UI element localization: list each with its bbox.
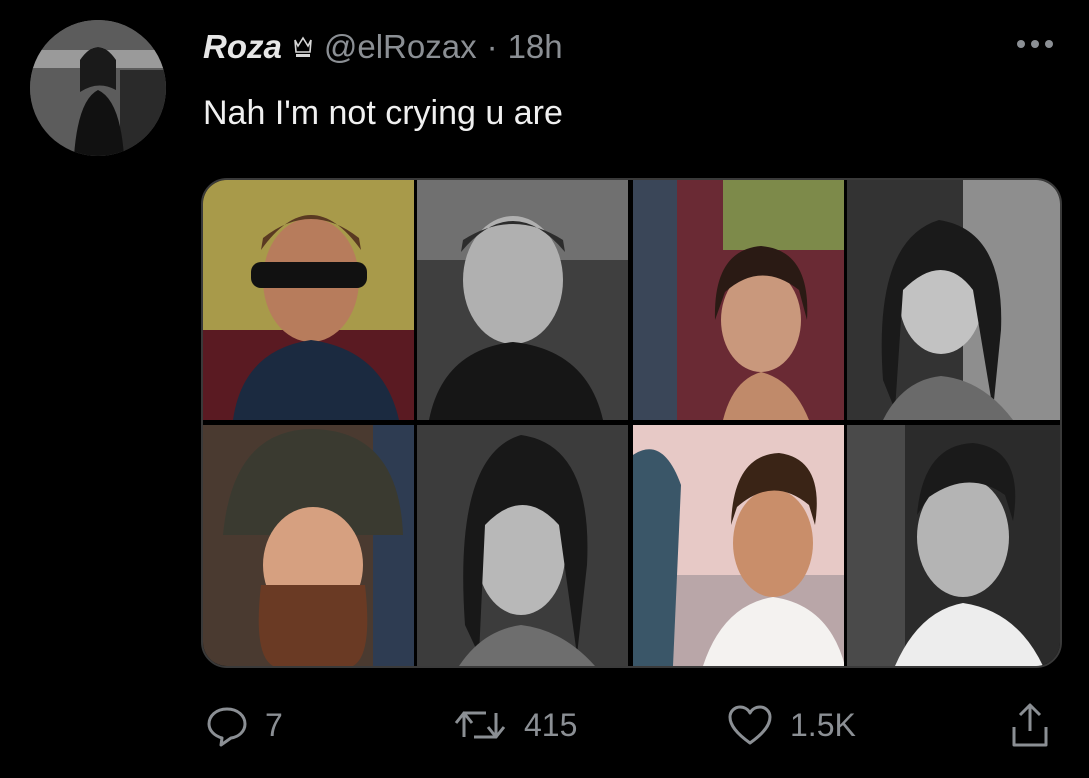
share-icon xyxy=(1012,703,1048,747)
handle[interactable]: @elRozax xyxy=(324,28,477,66)
display-name[interactable]: Roza xyxy=(203,28,282,66)
heart-icon xyxy=(728,705,772,745)
media-image-3[interactable] xyxy=(203,425,628,666)
media-image-1[interactable] xyxy=(203,180,628,420)
crown-icon xyxy=(292,34,314,60)
separator-dot: · xyxy=(486,28,498,65)
retweet-button[interactable]: 415 xyxy=(452,690,577,760)
like-count: 1.5K xyxy=(790,706,856,743)
tweet-header: Roza @elRozax · 18h xyxy=(203,22,563,72)
reply-count: 7 xyxy=(265,706,283,743)
retweet-count: 415 xyxy=(524,706,578,743)
tweet-media-grid[interactable] xyxy=(201,178,1062,668)
more-icon[interactable] xyxy=(1015,34,1055,54)
tweet-action-bar: 7 415 1.5K xyxy=(0,690,1089,760)
share-button[interactable] xyxy=(1008,690,1052,760)
timestamp[interactable]: 18h xyxy=(508,28,563,66)
avatar[interactable] xyxy=(30,20,166,156)
avatar-image xyxy=(30,20,166,156)
reply-icon xyxy=(207,707,247,747)
retweet-icon xyxy=(454,711,506,739)
media-image-2[interactable] xyxy=(633,180,1060,420)
tweet-text: Nah I'm not crying u are xyxy=(203,94,563,132)
reply-button[interactable]: 7 xyxy=(205,690,283,760)
media-image-4[interactable] xyxy=(633,425,1060,666)
like-button[interactable]: 1.5K xyxy=(726,690,856,760)
